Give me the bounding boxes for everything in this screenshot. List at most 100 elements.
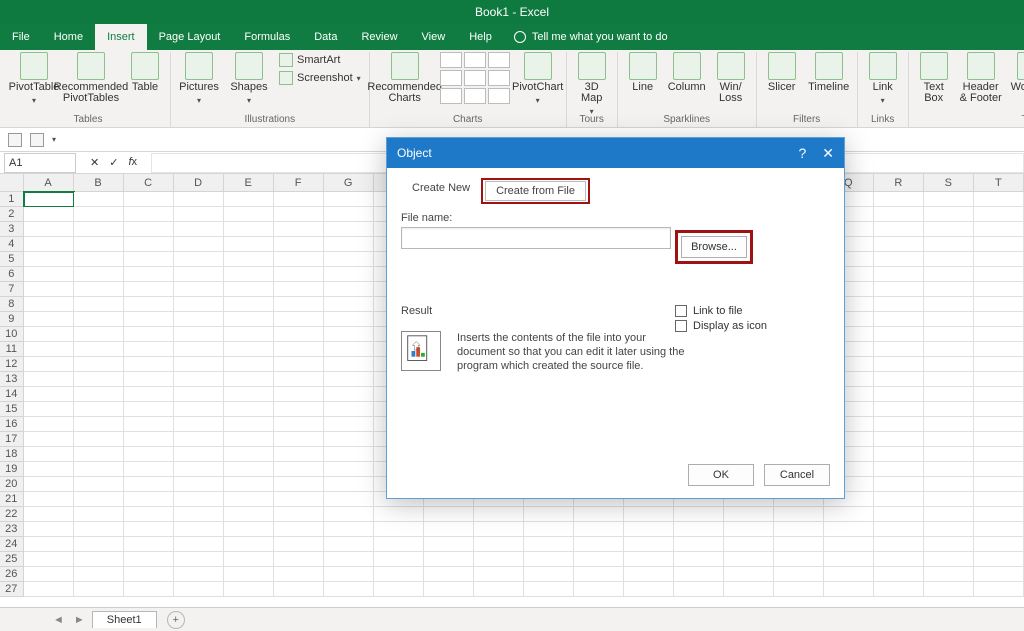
cell[interactable] bbox=[274, 477, 324, 492]
cell[interactable] bbox=[874, 312, 924, 327]
cell[interactable] bbox=[174, 192, 224, 207]
cell[interactable] bbox=[924, 507, 974, 522]
cell[interactable] bbox=[974, 567, 1024, 582]
col-head-T[interactable]: T bbox=[974, 174, 1024, 192]
cell[interactable] bbox=[924, 342, 974, 357]
cell[interactable] bbox=[424, 582, 474, 597]
cell[interactable] bbox=[874, 357, 924, 372]
cell[interactable] bbox=[924, 267, 974, 282]
row-head-3[interactable]: 3 bbox=[0, 222, 24, 237]
cell[interactable] bbox=[174, 282, 224, 297]
row-head-9[interactable]: 9 bbox=[0, 312, 24, 327]
cell[interactable] bbox=[874, 207, 924, 222]
row-head-8[interactable]: 8 bbox=[0, 297, 24, 312]
cell[interactable] bbox=[74, 492, 124, 507]
cell[interactable] bbox=[124, 477, 174, 492]
cell[interactable] bbox=[874, 477, 924, 492]
row-head-13[interactable]: 13 bbox=[0, 372, 24, 387]
cell[interactable] bbox=[974, 282, 1024, 297]
cell[interactable] bbox=[624, 522, 674, 537]
cell[interactable] bbox=[774, 537, 824, 552]
cell[interactable] bbox=[874, 402, 924, 417]
cell[interactable] bbox=[874, 222, 924, 237]
cell[interactable] bbox=[324, 462, 374, 477]
cell[interactable] bbox=[124, 357, 174, 372]
cell[interactable] bbox=[24, 387, 74, 402]
cell[interactable] bbox=[924, 447, 974, 462]
cell[interactable] bbox=[124, 372, 174, 387]
cell[interactable] bbox=[974, 312, 1024, 327]
cell[interactable] bbox=[974, 372, 1024, 387]
3d-map-button[interactable]: 3D Map▾ bbox=[573, 52, 611, 117]
cell[interactable] bbox=[324, 297, 374, 312]
cell[interactable] bbox=[624, 552, 674, 567]
cell[interactable] bbox=[974, 507, 1024, 522]
cell[interactable] bbox=[974, 342, 1024, 357]
cell[interactable] bbox=[924, 297, 974, 312]
cell[interactable] bbox=[874, 372, 924, 387]
cell[interactable] bbox=[874, 492, 924, 507]
cell[interactable] bbox=[124, 507, 174, 522]
cell[interactable] bbox=[74, 567, 124, 582]
cell[interactable] bbox=[974, 327, 1024, 342]
cell[interactable] bbox=[524, 552, 574, 567]
cell[interactable] bbox=[924, 192, 974, 207]
cell[interactable] bbox=[974, 222, 1024, 237]
cell[interactable] bbox=[174, 522, 224, 537]
cell[interactable] bbox=[974, 447, 1024, 462]
cell[interactable] bbox=[124, 267, 174, 282]
cell[interactable] bbox=[274, 252, 324, 267]
cell[interactable] bbox=[974, 267, 1024, 282]
cell[interactable] bbox=[924, 552, 974, 567]
row-head-24[interactable]: 24 bbox=[0, 537, 24, 552]
cell[interactable] bbox=[874, 282, 924, 297]
cell[interactable] bbox=[224, 507, 274, 522]
row-head-10[interactable]: 10 bbox=[0, 327, 24, 342]
dialog-help-icon[interactable]: ? bbox=[798, 146, 806, 160]
cell[interactable] bbox=[924, 282, 974, 297]
cell[interactable] bbox=[874, 447, 924, 462]
cell[interactable] bbox=[224, 237, 274, 252]
cell[interactable] bbox=[224, 582, 274, 597]
cell[interactable] bbox=[274, 297, 324, 312]
cell[interactable] bbox=[224, 432, 274, 447]
cell[interactable] bbox=[74, 402, 124, 417]
qat-save-button[interactable] bbox=[8, 133, 22, 147]
tab-page-layout[interactable]: Page Layout bbox=[147, 24, 233, 50]
cell[interactable] bbox=[24, 552, 74, 567]
cell[interactable] bbox=[374, 567, 424, 582]
cell[interactable] bbox=[24, 402, 74, 417]
cell[interactable] bbox=[74, 372, 124, 387]
cell[interactable] bbox=[24, 267, 74, 282]
cell[interactable] bbox=[574, 507, 624, 522]
cell[interactable] bbox=[174, 477, 224, 492]
tab-home[interactable]: Home bbox=[42, 24, 95, 50]
cell[interactable] bbox=[274, 282, 324, 297]
cell[interactable] bbox=[324, 417, 374, 432]
cell[interactable] bbox=[224, 297, 274, 312]
cell[interactable] bbox=[924, 402, 974, 417]
cell[interactable] bbox=[324, 582, 374, 597]
col-head-S[interactable]: S bbox=[924, 174, 974, 192]
col-head-D[interactable]: D bbox=[174, 174, 224, 192]
cell[interactable] bbox=[324, 567, 374, 582]
row-head-26[interactable]: 26 bbox=[0, 567, 24, 582]
cell[interactable] bbox=[224, 447, 274, 462]
cell[interactable] bbox=[474, 582, 524, 597]
cell[interactable] bbox=[924, 522, 974, 537]
cell[interactable] bbox=[224, 222, 274, 237]
cell[interactable] bbox=[24, 192, 74, 207]
row-head-20[interactable]: 20 bbox=[0, 477, 24, 492]
cell[interactable] bbox=[324, 237, 374, 252]
tab-view[interactable]: View bbox=[410, 24, 458, 50]
cell[interactable] bbox=[874, 252, 924, 267]
cell[interactable] bbox=[324, 447, 374, 462]
cell[interactable] bbox=[24, 222, 74, 237]
chart-type-2[interactable] bbox=[464, 52, 486, 68]
cell[interactable] bbox=[174, 252, 224, 267]
cell[interactable] bbox=[324, 432, 374, 447]
cell[interactable] bbox=[174, 447, 224, 462]
cell[interactable] bbox=[624, 537, 674, 552]
cell[interactable] bbox=[924, 537, 974, 552]
cell[interactable] bbox=[74, 222, 124, 237]
